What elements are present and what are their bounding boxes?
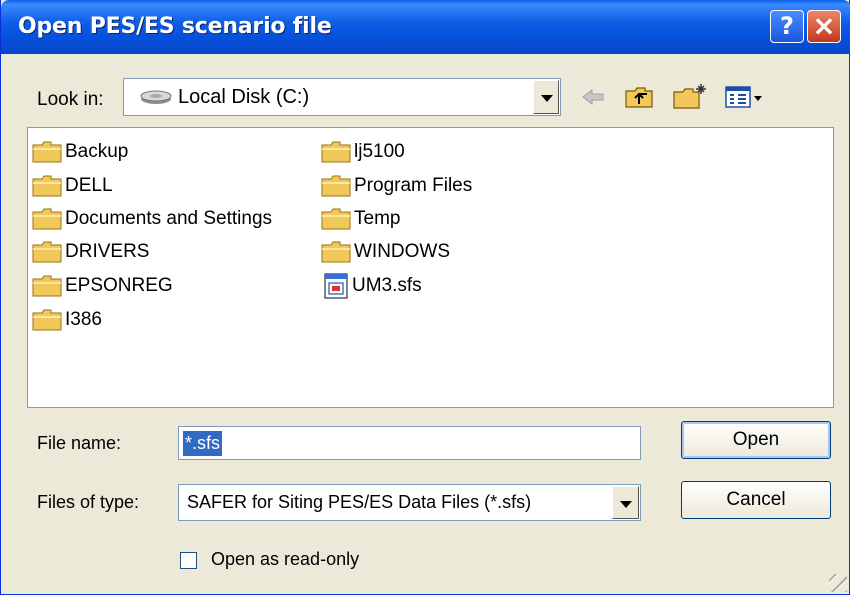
up-folder-icon[interactable]	[623, 82, 655, 112]
list-item-label: EPSONREG	[65, 275, 173, 296]
folder-icon	[32, 275, 62, 297]
look-in-dropdown-arrow[interactable]	[533, 80, 559, 114]
list-item-label: Program Files	[354, 175, 473, 196]
list-item-documents-and-settings[interactable]: Documents and Settings	[31, 205, 272, 233]
list-item-i386[interactable]: I386	[31, 306, 102, 334]
folder-icon	[321, 241, 351, 263]
read-only-checkbox[interactable]	[180, 552, 197, 569]
read-only-label[interactable]: Open as read-only	[211, 549, 359, 570]
list-item-label: DELL	[65, 175, 113, 196]
sfs-file-icon	[324, 273, 348, 299]
look-in-value: Local Disk (C:)	[178, 86, 310, 108]
open-button[interactable]: Open	[681, 421, 831, 459]
files-of-type-value: SAFER for Siting PES/ES Data Files (*.sf…	[187, 492, 532, 512]
file-name-value: *.sfs	[183, 431, 223, 456]
list-item-label: lj5100	[354, 141, 405, 162]
new-folder-icon[interactable]	[671, 82, 709, 112]
help-button[interactable]: ?	[770, 10, 804, 43]
list-item-label: Backup	[65, 141, 129, 162]
list-item-epsonreg[interactable]: EPSONREG	[31, 272, 173, 300]
files-of-type-dropdown-arrow[interactable]	[612, 486, 639, 519]
look-in-dropdown[interactable]: Local Disk (C:)	[123, 78, 561, 116]
file-name-input[interactable]: *.sfs	[178, 426, 641, 460]
list-item-label: WINDOWS	[354, 241, 451, 262]
list-item-label: Temp	[354, 208, 401, 229]
list-item-program-files[interactable]: Program Files	[320, 172, 472, 200]
files-of-type-dropdown[interactable]: SAFER for Siting PES/ES Data Files (*.sf…	[178, 484, 641, 521]
list-item-dell[interactable]: DELL	[31, 172, 113, 200]
hard-drive-icon	[140, 90, 172, 104]
cancel-button[interactable]: Cancel	[681, 481, 831, 519]
folder-icon	[32, 208, 62, 230]
list-item-backup[interactable]: Backup	[31, 138, 128, 166]
file-name-label: File name:	[37, 433, 122, 453]
list-item-label: I386	[65, 309, 102, 330]
folder-icon	[32, 241, 62, 263]
list-item-um3-sfs[interactable]: UM3.sfs	[320, 272, 422, 300]
list-item-label: UM3.sfs	[352, 275, 422, 296]
list-item-drivers[interactable]: DRIVERS	[31, 238, 149, 266]
file-list[interactable]: Backup DELL Documents and Settings DRIVE…	[27, 127, 834, 408]
open-file-dialog: Open PES/ES scenario file ? × Look in: L…	[0, 0, 850, 595]
dialog-title: Open PES/ES scenario file	[18, 14, 332, 39]
resize-grip[interactable]	[829, 574, 847, 592]
folder-icon	[321, 141, 351, 163]
list-item-temp[interactable]: Temp	[320, 205, 400, 233]
list-item-label: Documents and Settings	[65, 208, 273, 229]
title-bar[interactable]: Open PES/ES scenario file ? ×	[1, 0, 850, 54]
files-of-type-label: Files of type:	[37, 492, 140, 512]
close-button[interactable]: ×	[807, 10, 841, 43]
folder-icon	[321, 175, 351, 197]
list-item-label: DRIVERS	[65, 241, 150, 262]
look-in-label: Look in:	[37, 89, 104, 110]
folder-icon	[32, 175, 62, 197]
back-arrow-icon[interactable]	[580, 82, 606, 112]
folder-icon	[32, 141, 62, 163]
view-menu-icon[interactable]	[723, 82, 765, 112]
list-item-windows[interactable]: WINDOWS	[320, 238, 450, 266]
folder-icon	[32, 309, 62, 331]
list-item-lj5100[interactable]: lj5100	[320, 138, 405, 166]
folder-icon	[321, 208, 351, 230]
